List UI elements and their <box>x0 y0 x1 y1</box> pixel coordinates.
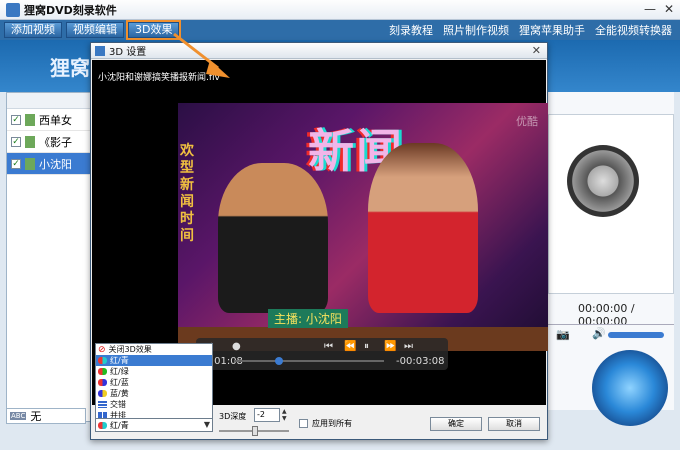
link-tutorial[interactable]: 刻录教程 <box>389 22 433 38</box>
apply-all-label: 应用到所有 <box>312 419 352 428</box>
video-side-text: 欢型新闻时间 <box>180 143 194 244</box>
file-label: 西单女 <box>39 113 72 127</box>
mode-option-off[interactable]: ⊘ 关闭3D效果 <box>96 344 212 355</box>
apply-all-option[interactable]: 应用到所有 <box>299 418 352 429</box>
video-file-icon <box>25 157 35 170</box>
spin-down-icon[interactable]: ▼ <box>282 415 290 422</box>
mode-option-red-green[interactable]: 红/绿 <box>96 366 212 377</box>
video-file-icon <box>25 113 35 126</box>
video-person-left <box>218 163 328 313</box>
next-icon[interactable]: ⏭ <box>404 341 413 352</box>
3d-mode-select[interactable]: 红/青 ▼ <box>95 418 213 432</box>
preview-seek-bar[interactable] <box>548 324 674 325</box>
mode-label: 关闭3D效果 <box>108 345 152 354</box>
apply-all-checkbox[interactable] <box>299 419 308 428</box>
red-cyan-glasses-icon <box>98 421 107 429</box>
depth-stepper[interactable]: -2 <box>254 408 280 422</box>
mode-option-red-cyan[interactable]: 红/青 <box>96 355 212 366</box>
film-reel-icon <box>567 145 639 217</box>
close-icon[interactable]: ✕ <box>664 2 674 16</box>
app-title: 狸窝DVD刻录软件 <box>24 3 117 17</box>
depth-label: 3D深度 <box>219 412 247 421</box>
file-label: 《影子 <box>39 135 72 149</box>
file-row-selected[interactable]: ✓ 小沈阳 <box>7 153 101 175</box>
toolbar: 添加视频 视频编辑 3D效果 刻录教程 照片制作视频 狸窝苹果助手 全能视频转换… <box>0 20 680 40</box>
file-list: ✓ 西单女 ✓ 《影子 ✓ 小沈阳 <box>6 92 102 422</box>
red-blue-glasses-icon <box>98 379 107 386</box>
dialog-title: 3D 设置 <box>109 47 147 58</box>
mode-label: 红/绿 <box>110 367 129 376</box>
mode-label: 蓝/黄 <box>110 389 129 398</box>
dialog-app-icon <box>95 45 105 56</box>
mode-label: 交错 <box>110 400 126 409</box>
seek-bar[interactable] <box>234 357 384 365</box>
file-checkbox[interactable]: ✓ <box>11 136 21 147</box>
mode-option-red-blue[interactable]: 红/蓝 <box>96 377 212 388</box>
window-controls: — ✕ <box>644 2 674 16</box>
forbidden-icon: ⊘ <box>98 344 106 355</box>
file-checkbox[interactable]: ✓ <box>11 158 21 169</box>
mode-option-interlaced[interactable]: 交错 <box>96 399 212 410</box>
volume-slider[interactable] <box>608 332 664 338</box>
file-list-header <box>7 93 101 109</box>
selected-mode: 红/青 <box>110 420 129 430</box>
add-video-button[interactable]: 添加视频 <box>4 22 62 38</box>
title-bar: 狸窝DVD刻录软件 — ✕ <box>0 0 680 20</box>
preview-area <box>548 114 674 294</box>
volume-knob[interactable]: ● <box>232 341 241 352</box>
video-caption: 主播: 小沈阳 <box>268 309 348 328</box>
time-remaining: -00:03:08 <box>396 356 445 367</box>
link-photo-video[interactable]: 照片制作视频 <box>443 22 509 38</box>
interlaced-icon <box>98 401 107 408</box>
player-controls: ◀ ● ⏮ ⏪ ⏸ ⏩ ⏭ 00:01:08 -00:03:08 <box>196 338 448 370</box>
file-label: 小沈阳 <box>39 157 72 171</box>
rewind-icon[interactable]: ⏪ <box>344 341 356 352</box>
cancel-button[interactable]: 取消 <box>488 417 540 431</box>
subtitle-abc-icon: ABC <box>10 412 27 420</box>
video-file-icon <box>25 135 35 148</box>
file-row[interactable]: ✓ 《影子 <box>7 131 101 153</box>
pause-icon[interactable]: ⏸ <box>364 341 369 352</box>
dialog-close-icon[interactable]: ✕ <box>532 44 541 57</box>
link-apple-helper[interactable]: 狸窝苹果助手 <box>519 22 585 38</box>
video-person-right <box>368 143 478 313</box>
seek-knob[interactable] <box>274 357 283 365</box>
file-checkbox[interactable]: ✓ <box>11 114 21 125</box>
edit-video-button[interactable]: 视频编辑 <box>66 22 124 38</box>
snapshot-icon[interactable]: 📷 <box>556 328 570 341</box>
ok-button[interactable]: 确定 <box>430 417 482 431</box>
3d-mode-dropdown-list: ⊘ 关闭3D效果 红/青 红/绿 红/蓝 蓝/黄 交错 并排 <box>95 343 213 421</box>
mode-label: 红/蓝 <box>110 378 129 387</box>
mode-option-blue-yellow[interactable]: 蓝/黄 <box>96 388 212 399</box>
video-frame: 新闻 欢型新闻时间 优酷 主播: 小沈阳 <box>178 103 548 351</box>
spin-up-icon[interactable]: ▲ <box>282 408 290 415</box>
blue-yellow-glasses-icon <box>98 390 107 397</box>
red-cyan-glasses-icon <box>98 357 107 364</box>
callout-arrow-icon <box>173 32 230 78</box>
mode-label: 红/青 <box>110 356 129 365</box>
top-links: 刻录教程 照片制作视频 狸窝苹果助手 全能视频转换器 <box>389 22 672 38</box>
video-watermark: 优酷 <box>516 115 538 128</box>
file-row[interactable]: ✓ 西单女 <box>7 109 101 131</box>
volume-icon[interactable]: 🔊 <box>592 327 606 340</box>
subtitle-value: 无 <box>30 410 42 423</box>
link-converter[interactable]: 全能视频转换器 <box>595 22 672 38</box>
depth-slider-knob[interactable] <box>252 426 258 436</box>
forward-icon[interactable]: ⏩ <box>384 341 396 352</box>
burn-button[interactable] <box>592 350 668 426</box>
subtitle-select[interactable]: ABC 无 <box>6 408 86 424</box>
prev-icon[interactable]: ⏮ <box>324 341 333 352</box>
minimize-icon[interactable]: — <box>644 2 656 16</box>
dialog-title-bar: 3D 设置 ✕ <box>91 43 547 59</box>
app-logo-icon <box>6 2 20 17</box>
banner-logo-text: 狸窝 <box>50 56 90 80</box>
red-green-glasses-icon <box>98 368 107 375</box>
chevron-down-icon[interactable]: ▼ <box>204 420 210 429</box>
